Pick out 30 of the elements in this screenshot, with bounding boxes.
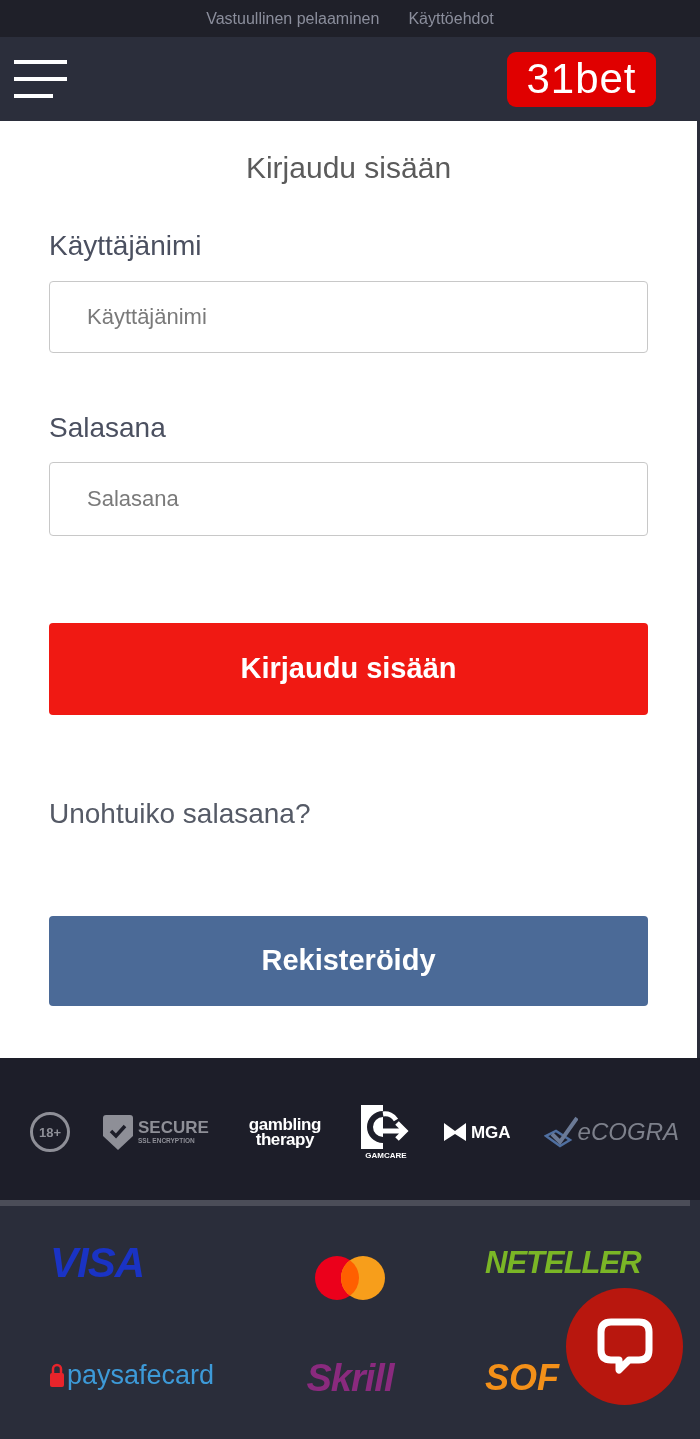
register-button[interactable]: Rekisteröidy <box>49 916 648 1006</box>
nav-link[interactable]: Käyttöehdot <box>408 6 494 31</box>
menu-icon[interactable] <box>14 60 67 98</box>
forgot-password-link[interactable]: Unohtuiko salasana? <box>49 797 311 831</box>
payment-logo: paysafecard <box>67 1360 215 1390</box>
shield-check-icon <box>103 1114 133 1150</box>
speech-bubble-icon <box>596 1318 653 1375</box>
logo-wordmark: gambling therapy <box>247 1117 322 1147</box>
logo-wordmark: eCOGRA <box>577 1120 679 1144</box>
payment-logo: SOF <box>485 1360 559 1396</box>
logo-wordmark: SECURE <box>138 1119 209 1137</box>
field-label: Käyttäjänimi <box>49 229 202 263</box>
payment-logo: VISA <box>50 1242 145 1284</box>
input-field[interactable]: Käyttäjänimi <box>49 281 648 353</box>
checkbox-tick-icon <box>543 1116 578 1148</box>
nav-link[interactable]: Vastuullinen pelaaminen <box>206 6 380 31</box>
payment-logo: Skrill <box>306 1360 394 1396</box>
logo-wordmark: GAMCARE <box>365 1150 407 1160</box>
input-field[interactable]: Salasana <box>49 462 648 536</box>
g-logo-icon <box>360 1104 411 1149</box>
age-limit-badge: 18+ <box>30 1112 70 1152</box>
padlock-icon <box>50 1363 64 1387</box>
logo-wordmark: MGA <box>470 1123 511 1141</box>
field-label: Salasana <box>49 411 166 445</box>
login-title: Kirjaudu sisään <box>244 150 453 186</box>
login-button[interactable]: Kirjaudu sisään <box>49 623 648 715</box>
overlapping-circles-icon <box>315 1256 385 1300</box>
brand-logo[interactable]: 31bet <box>507 51 656 107</box>
payment-logo: NETELLER <box>485 1246 641 1280</box>
logo-mark-icon <box>443 1123 466 1141</box>
